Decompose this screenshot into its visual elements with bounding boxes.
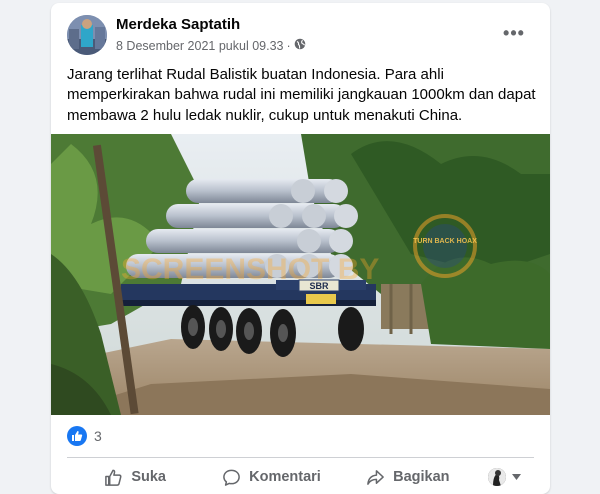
comment-icon — [223, 469, 240, 486]
react-as-profile-selector[interactable] — [476, 460, 534, 494]
share-button[interactable]: Bagikan — [340, 460, 476, 494]
more-options-icon[interactable]: ••• — [500, 19, 528, 47]
author-name[interactable]: Merdeka Saptatih — [116, 16, 240, 33]
globe-icon[interactable] — [294, 38, 306, 53]
like-button-label: Suka — [131, 469, 166, 485]
post-photo[interactable]: SBR SCREENSHOT BY TURN BACK HOAX — [51, 134, 550, 415]
like-button[interactable]: Suka — [67, 460, 203, 494]
action-bar: Suka Komentari Bagikan — [67, 460, 534, 494]
watermark-text: SCREENSHOT BY — [121, 253, 379, 286]
comment-button-label: Komentari — [249, 469, 321, 485]
thumbs-up-icon — [105, 469, 122, 486]
like-icon — [67, 426, 87, 446]
comment-button[interactable]: Komentari — [203, 460, 339, 494]
reaction-count: 3 — [94, 428, 102, 444]
reactions-summary[interactable]: 3 — [67, 425, 102, 447]
author-avatar[interactable] — [67, 15, 107, 55]
actions-divider — [67, 457, 534, 458]
post-text: Jarang terlihat Rudal Balistik buatan In… — [67, 66, 536, 124]
meta-separator: · — [286, 38, 291, 53]
post-header: Merdeka Saptatih 8 Desember 2021 pukul 0… — [67, 15, 538, 55]
share-icon — [367, 469, 384, 485]
caret-down-icon — [512, 474, 522, 480]
post-meta: 8 Desember 2021 pukul 09.33 · — [116, 38, 306, 53]
post-card: Merdeka Saptatih 8 Desember 2021 pukul 0… — [51, 3, 550, 494]
stamp-text: TURN BACK HOAX — [413, 238, 477, 245]
profile-avatar — [488, 468, 507, 486]
share-button-label: Bagikan — [393, 469, 450, 485]
post-timestamp[interactable]: 8 Desember 2021 pukul 09.33 — [116, 39, 283, 53]
